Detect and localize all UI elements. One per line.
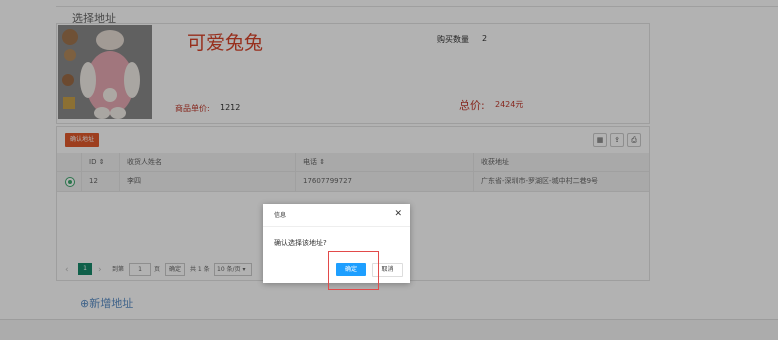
dialog-header: 信息 ✕ [263,204,410,227]
highlight-annotation [328,251,379,290]
dialog-message: 确认选择该地址? [274,239,327,247]
dialog-title: 信息 [274,212,287,219]
modal-overlay [0,0,778,340]
close-icon[interactable]: ✕ [394,208,402,220]
